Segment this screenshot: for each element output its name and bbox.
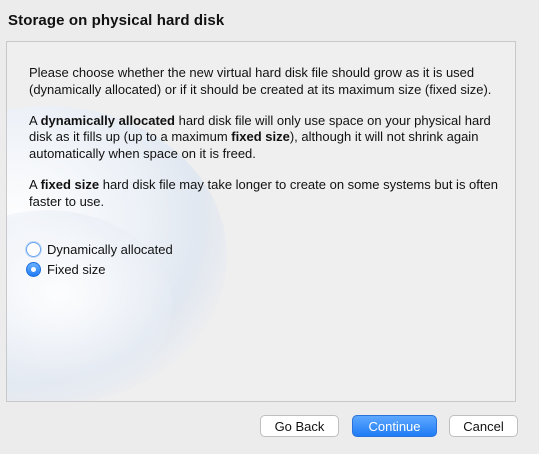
fixed-info-prefix: A	[29, 176, 41, 192]
cancel-button[interactable]: Cancel	[449, 415, 518, 437]
button-bar: Go Back Continue Cancel	[0, 415, 539, 439]
dynamic-info-bold-term: dynamically allocated	[40, 112, 175, 128]
description-block: Please choose whether the new virtual ha…	[29, 65, 499, 225]
dynamic-info-prefix: A	[29, 112, 41, 128]
dialog-window: Storage on physical hard disk Please cho…	[0, 0, 539, 454]
dialog-title: Storage on physical hard disk	[8, 12, 225, 29]
continue-button[interactable]: Continue	[352, 415, 437, 437]
fixed-info-suffix: hard disk file may take longer to create…	[29, 176, 498, 209]
go-back-button[interactable]: Go Back	[260, 415, 339, 437]
dynamic-info-paragraph: A dynamically allocated hard disk file w…	[29, 113, 499, 163]
fixed-info-bold-term: fixed size	[40, 176, 100, 192]
fixed-info-paragraph: A fixed size hard disk file may take lon…	[29, 177, 499, 211]
intro-paragraph: Please choose whether the new virtual ha…	[29, 65, 492, 97]
radio-dynamic[interactable]	[26, 242, 41, 257]
option-fixed[interactable]: Fixed size	[26, 262, 106, 277]
radio-fixed-selected[interactable]	[26, 262, 41, 277]
option-dynamic[interactable]: Dynamically allocated	[26, 242, 173, 257]
option-dynamic-label[interactable]: Dynamically allocated	[47, 242, 173, 257]
disk-watermark-highlight	[7, 210, 172, 400]
content-panel: Please choose whether the new virtual ha…	[6, 41, 516, 402]
option-fixed-label[interactable]: Fixed size	[47, 262, 106, 277]
dynamic-info-fixed-term: fixed size	[231, 129, 290, 145]
